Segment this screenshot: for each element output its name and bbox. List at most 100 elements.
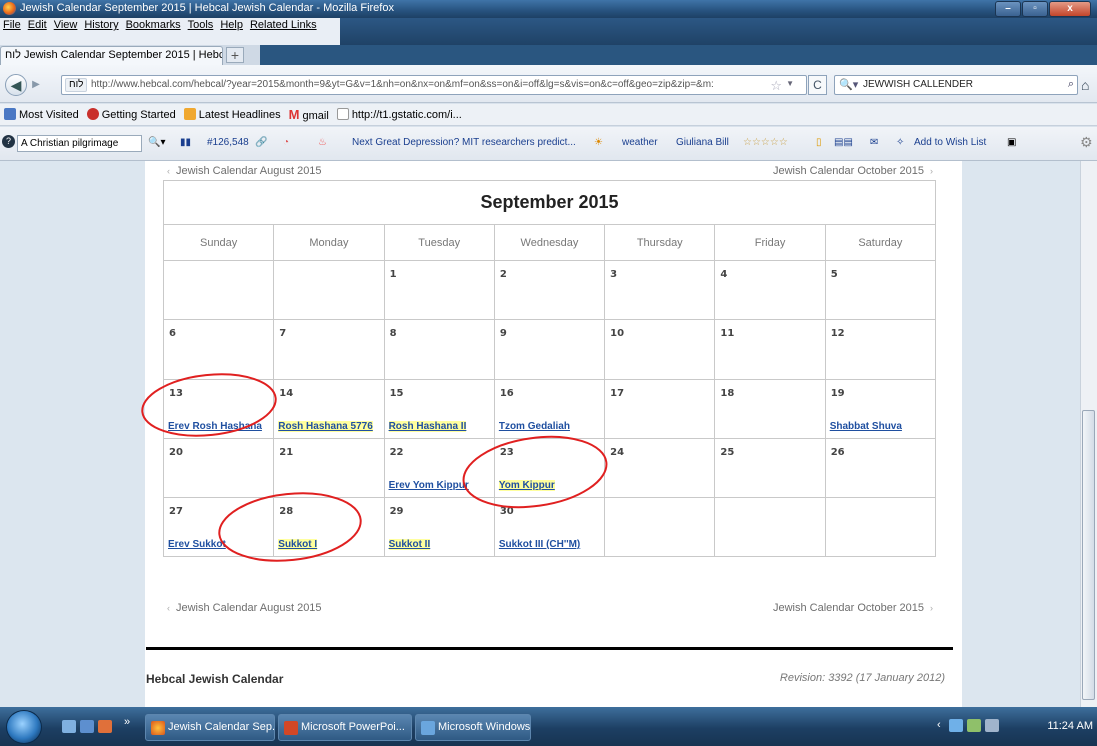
- firefox-icon: [151, 721, 165, 735]
- search-go-icon[interactable]: ⌕: [1068, 78, 1074, 91]
- toolbar-search-icon[interactable]: 🔍▾: [148, 137, 165, 148]
- rss-icon: [183, 108, 196, 120]
- tray-chevron-icon[interactable]: ‹: [937, 719, 941, 731]
- weekday-header: Monday: [273, 224, 385, 262]
- toolbar-count[interactable]: #126,548: [207, 137, 249, 148]
- menu-help[interactable]: Help: [220, 18, 243, 33]
- minimize-button[interactable]: –: [995, 1, 1021, 17]
- reload-button[interactable]: C: [808, 75, 827, 95]
- calendar-day-cell: 17: [604, 378, 716, 439]
- site-identity-badge[interactable]: לוח: [65, 78, 88, 92]
- bookmark-most-visited[interactable]: Most Visited: [4, 108, 79, 121]
- url-text[interactable]: http://www.hebcal.com/hebcal/?year=2015&…: [91, 79, 751, 90]
- menu-file[interactable]: File: [3, 18, 21, 33]
- holiday-link[interactable]: Shabbat Shuva: [830, 421, 902, 432]
- explorer-icon[interactable]: [80, 720, 94, 733]
- holiday-link[interactable]: Erev Yom Kippur: [389, 480, 469, 491]
- home-icon[interactable]: ⌂: [1081, 77, 1089, 93]
- toolbar-mail-icon[interactable]: ✉: [870, 137, 878, 148]
- holiday-link[interactable]: Sukkot III (CH''M): [499, 539, 580, 550]
- url-dropdown-icon[interactable]: ▼: [786, 79, 794, 88]
- calendar-weeks: 1 2 3 4 5 6 7 8 9 10 11 12 13 Erev Rosh Hashana 14 Rosh…: [162, 260, 937, 558]
- toolbar-docs-icon[interactable]: ▤▤: [834, 137, 853, 148]
- toolbar-weather-icon[interactable]: ☀: [594, 137, 603, 148]
- toolbar-rank-icon[interactable]: ▮▮: [180, 137, 191, 148]
- gear-icon[interactable]: ⚙: [1080, 134, 1093, 151]
- toolbar-link-icon[interactable]: 🔗: [255, 137, 267, 148]
- holiday-link[interactable]: Sukkot II: [388, 539, 431, 550]
- taskbar-item-powerpoint[interactable]: Microsoft PowerPoi...: [278, 714, 412, 741]
- menu-history[interactable]: History: [84, 18, 118, 33]
- toolbar-wishlist[interactable]: Add to Wish List: [914, 137, 986, 148]
- url-bar[interactable]: לוח http://www.hebcal.com/hebcal/?year=2…: [61, 75, 807, 95]
- start-button[interactable]: [6, 710, 42, 744]
- bookmark-gmail[interactable]: Mgmail: [289, 107, 329, 122]
- weekday-header: Sunday: [162, 224, 275, 262]
- toolbar-search-input[interactable]: A Christian pilgrimage: [17, 135, 142, 152]
- reload-icon: C: [813, 78, 822, 92]
- holiday-link[interactable]: Sukkot I: [278, 539, 318, 550]
- taskbar-item-firefox[interactable]: Jewish Calendar Sep...: [145, 714, 275, 741]
- toolbar-weather[interactable]: weather: [622, 137, 658, 148]
- next-month-link-bottom[interactable]: Jewish Calendar October 2015 ›: [773, 602, 939, 614]
- holiday-link[interactable]: Tzom Gedaliah: [499, 421, 570, 432]
- toolbar-fire-icon[interactable]: ♨: [318, 137, 327, 148]
- new-tab-button[interactable]: +: [226, 47, 244, 63]
- tray-network-icon[interactable]: [967, 719, 981, 732]
- footer-divider: [146, 647, 953, 650]
- holiday-link[interactable]: Yom Kippur: [498, 479, 555, 491]
- holiday-link[interactable]: Erev Rosh Hashana: [168, 421, 262, 432]
- toolbar-user[interactable]: Giuliana Bill: [676, 137, 729, 148]
- toolbar-logo-icon[interactable]: ?: [2, 135, 15, 148]
- bookmark-star-icon[interactable]: ☆: [770, 78, 782, 94]
- menu-tools[interactable]: Tools: [188, 18, 214, 33]
- menu-related-links[interactable]: Related Links: [250, 18, 317, 33]
- prev-month-link-top[interactable]: ‹ Jewish Calendar August 2015: [161, 165, 322, 177]
- menu-view[interactable]: View: [54, 18, 78, 33]
- weekday-header: Thursday: [604, 224, 716, 262]
- toolbar-notes-icon[interactable]: ▯: [816, 137, 822, 148]
- bookmark-latest-headlines[interactable]: Latest Headlines: [183, 108, 281, 121]
- day-number: 7: [279, 328, 287, 340]
- search-engine-icon[interactable]: 🔍▾: [839, 78, 858, 91]
- tray-app-icon[interactable]: [949, 719, 963, 732]
- taskbar-item-windows[interactable]: Microsoft Windows: [415, 714, 531, 741]
- wishlist-icon[interactable]: ✧: [896, 137, 904, 148]
- addon-toolbar: ? A Christian pilgrimage 🔍▾ ▮▮ #126,548 …: [0, 127, 1097, 161]
- overflow-chevron-icon[interactable]: »: [124, 716, 138, 729]
- media-icon[interactable]: [98, 720, 112, 733]
- next-month-link-top[interactable]: Jewish Calendar October 2015 ›: [773, 165, 939, 177]
- day-number: 12: [830, 328, 845, 340]
- forward-button[interactable]: ▶: [28, 77, 44, 93]
- close-button[interactable]: x: [1049, 1, 1091, 17]
- prev-month-link-bottom[interactable]: ‹ Jewish Calendar August 2015: [161, 602, 322, 614]
- bookmark-getting-started[interactable]: Getting Started: [86, 108, 176, 121]
- forward-arrow-icon: ▶: [32, 79, 40, 90]
- back-button[interactable]: ◀: [5, 74, 27, 96]
- holiday-link[interactable]: Rosh Hashana 5776: [278, 420, 373, 432]
- toolbar-timer-icon[interactable]: ◔: [283, 137, 289, 148]
- back-arrow-icon: ◀: [10, 77, 22, 93]
- system-tray: ‹ 11:24 AM: [937, 707, 1097, 746]
- search-query[interactable]: JEWWISH CALLENDER: [863, 79, 973, 90]
- show-desktop-icon[interactable]: [62, 720, 76, 733]
- holiday-link[interactable]: Rosh Hashana II: [388, 420, 467, 432]
- menu-edit[interactable]: Edit: [28, 18, 47, 33]
- tab-active[interactable]: לוח Jewish Calendar September 2015 | Heb…: [0, 46, 223, 65]
- menu-bookmarks[interactable]: Bookmarks: [126, 18, 181, 33]
- day-number: 24: [610, 446, 625, 458]
- scrollbar-thumb[interactable]: [1082, 410, 1095, 700]
- bookmark-gstatic[interactable]: http://t1.gstatic.com/i...: [336, 108, 462, 121]
- tray-volume-icon[interactable]: [985, 719, 999, 732]
- footer-revision: Revision: 3392 (17 January 2012): [779, 672, 945, 684]
- holiday-link[interactable]: Erev Sukkot: [168, 539, 226, 550]
- toolbar-card-icon[interactable]: ▣: [1007, 137, 1016, 148]
- search-bar[interactable]: 🔍▾ JEWWISH CALLENDER ⌕: [834, 75, 1078, 95]
- day-number: 21: [279, 446, 294, 458]
- toolbar-news[interactable]: Next Great Depression? MIT researchers p…: [352, 137, 576, 148]
- day-number: 25: [720, 446, 735, 458]
- rating-stars-icon[interactable]: ☆☆☆☆☆: [743, 137, 788, 148]
- maximize-button[interactable]: ▫: [1022, 1, 1048, 17]
- day-number: 15: [389, 387, 404, 399]
- calendar-day-cell: 3: [604, 260, 716, 321]
